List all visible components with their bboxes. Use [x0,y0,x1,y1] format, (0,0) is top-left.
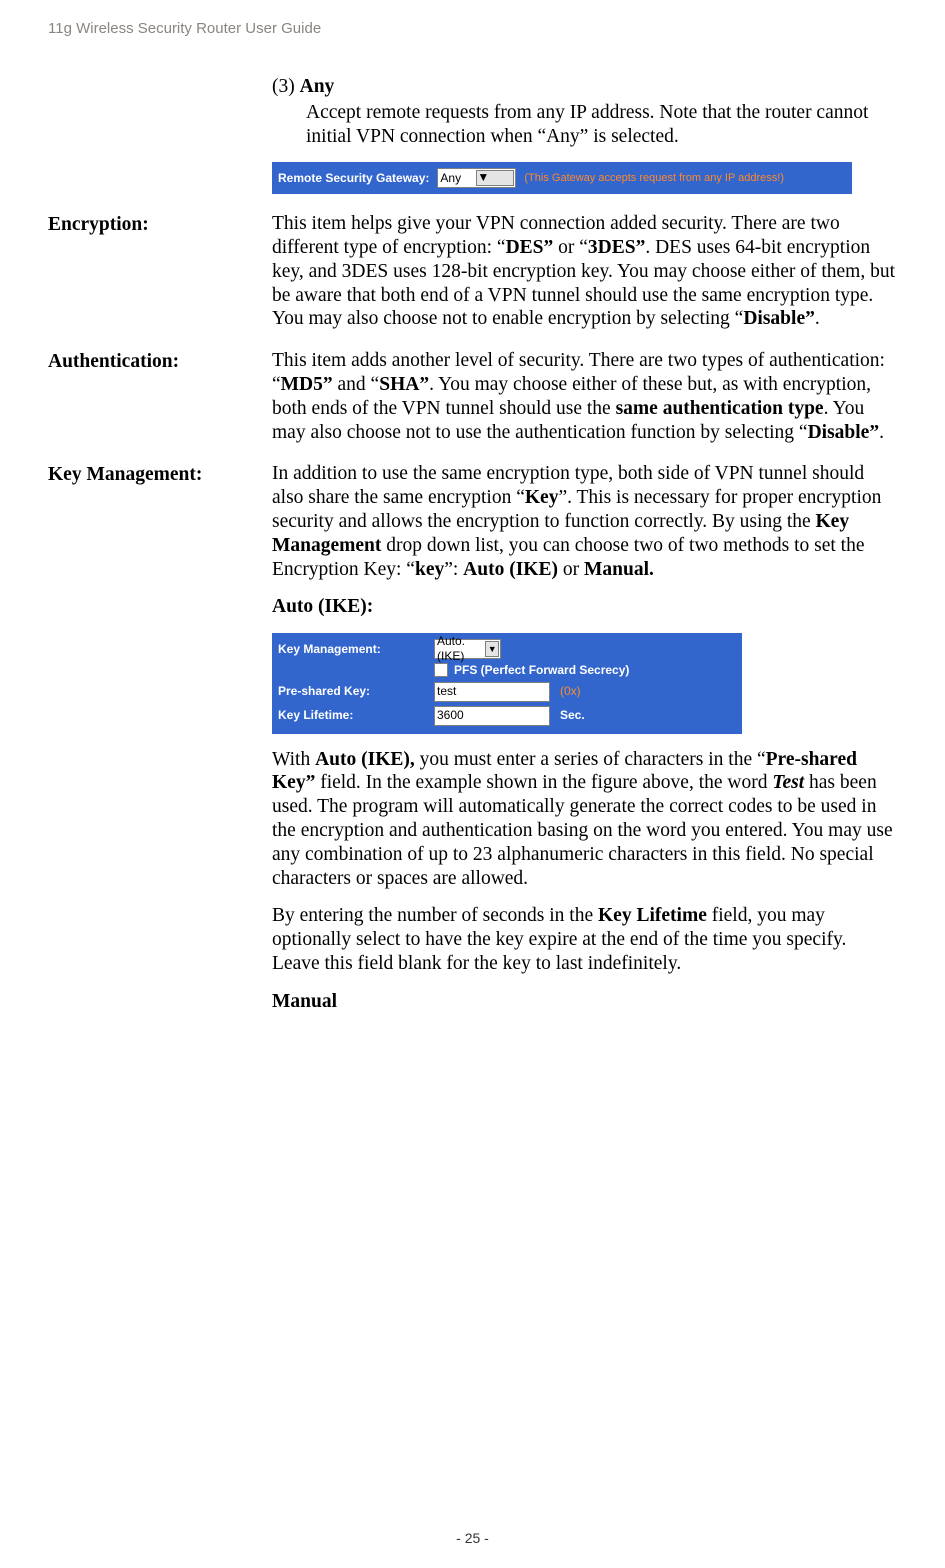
rsg-select[interactable]: Any ▼ [437,168,516,188]
figure-remote-security-gateway: Remote Security Gateway: Any ▼ (This Gat… [272,162,852,194]
km-t5: or [558,559,584,580]
chevron-down-icon: ▼ [485,641,499,657]
rsg-select-value: Any [440,171,476,186]
row-key-management: Key Management: In addition to use the s… [48,462,897,1027]
km-autoike: Auto (IKE) [463,559,558,580]
chevron-down-icon: ▼ [476,170,514,186]
enc-disable: Disable” [743,308,815,329]
desc-encryption: This item helps give your VPN connection… [272,212,897,345]
any-title: Any [300,76,335,97]
lifetime-input[interactable]: 3600 [434,706,550,726]
row-any: (3) Any Accept remote requests from any … [48,75,897,208]
auth-disable: Disable” [808,422,880,443]
pfs-checkbox[interactable] [434,663,448,677]
km3-lifetime: Key Lifetime [598,905,707,926]
any-prefix: (3) [272,76,300,97]
page-footer: - 25 - [0,1530,945,1546]
pfs-label: PFS (Perfect Forward Secrecy) [454,663,629,678]
page-header: 11g Wireless Security Router User Guide [48,20,897,37]
figure-key-management: Key Management: Auto. (IKE) ▼ PFS (Perfe… [272,633,742,734]
desc-key-management: In addition to use the same encryption t… [272,462,897,1027]
km-fig-title: Key Management: [278,642,434,657]
auth-t2: and “ [333,374,380,395]
km-dropdown-value: Auto. (IKE) [437,634,485,663]
km2-t2: you must enter a series of characters in… [415,749,766,770]
label-encryption: Encryption: [48,212,272,236]
label-authentication: Authentication: [48,349,272,373]
km-manual-heading: Manual [272,990,897,1014]
enc-des: DES” [506,237,554,258]
km-dropdown[interactable]: Auto. (IKE) ▼ [434,639,501,659]
document-page: 11g Wireless Security Router User Guide … [0,0,945,1568]
enc-t4: . [815,308,820,329]
hex-label: (0x) [560,684,581,699]
enc-t2: or “ [553,237,588,258]
km-t4: ”: [444,559,463,580]
km-manual: Manual. [584,559,654,580]
km2-t3: field. In the example shown in the figur… [315,772,772,793]
row-encryption: Encryption: This item helps give your VP… [48,212,897,345]
km2-test: Test [772,772,804,793]
psk-label: Pre-shared Key: [278,684,434,699]
label-key-management: Key Management: [48,462,272,486]
km2-t1: With [272,749,315,770]
km-key2: key [415,559,444,580]
any-indent: Accept remote requests from any IP addre… [272,101,897,195]
label-empty [48,75,272,77]
auth-same: same authentication type [616,398,824,419]
auth-sha: SHA” [379,374,429,395]
km2-autoike: Auto (IKE), [315,749,415,770]
enc-3des: 3DES” [588,237,645,258]
rsg-label: Remote Security Gateway: [272,171,437,186]
lifetime-label: Key Lifetime: [278,708,434,723]
km-subheading: Auto (IKE): [272,595,897,619]
km3-t1: By entering the number of seconds in the [272,905,598,926]
auth-md5: MD5” [281,374,333,395]
psk-input[interactable]: test [434,682,550,702]
desc-any: (3) Any Accept remote requests from any … [272,75,897,208]
desc-authentication: This item adds another level of security… [272,349,897,458]
km-key: Key [525,487,559,508]
sec-label: Sec. [560,708,585,723]
auth-t5: . [879,422,884,443]
rsg-note: (This Gateway accepts request from any I… [524,172,784,185]
any-body: Accept remote requests from any IP addre… [306,101,897,149]
row-authentication: Authentication: This item adds another l… [48,349,897,458]
